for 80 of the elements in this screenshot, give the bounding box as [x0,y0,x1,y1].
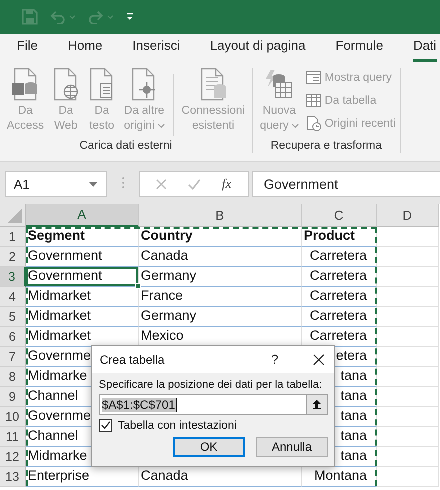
row-header[interactable]: 6 [0,327,26,347]
row-header[interactable]: 13 [0,467,26,487]
empty-cell [377,307,439,327]
row-header[interactable]: 8 [0,367,26,387]
drag-handle-icon[interactable] [122,177,124,189]
row-header[interactable]: 5 [0,307,26,327]
empty-cell [377,387,439,407]
ribbon-tab[interactable]: File [17,38,38,62]
help-button[interactable]: ? [262,352,288,367]
database-document-icon [199,68,228,101]
undo-icon[interactable] [50,10,76,24]
table-cell: Government [26,247,139,267]
row-header[interactable]: 2 [0,247,26,267]
table-cell: Germany [139,267,302,287]
fill-handle[interactable] [135,283,141,289]
database-document-icon [12,68,40,101]
table-cell: Midmarket [26,287,139,307]
ribbon-tab[interactable]: Home [68,38,103,62]
table-cell: Country [139,227,302,247]
range-field[interactable]: $A$1:$C$701 [99,394,328,415]
row-header[interactable]: 3 [0,267,26,287]
globe-document-icon [52,68,80,101]
table-cell: Carretera [302,287,377,307]
table-cell: Canada [139,247,302,267]
empty-cell [377,227,439,247]
table-cell: Carretera [302,247,377,267]
cancel-icon[interactable] [156,178,168,190]
clock-document-icon [306,116,322,132]
column-header[interactable]: D [377,204,439,227]
row-header[interactable]: 11 [0,427,26,447]
empty-cell [377,267,439,287]
formula-input[interactable]: Government [252,171,440,197]
ribbon-tab[interactable]: Formule [336,38,384,62]
empty-cell [377,467,439,487]
row-header[interactable]: 7 [0,347,26,367]
table-icon [306,93,322,109]
group-label: Recupera e trasforma [270,140,384,153]
row-header[interactable]: 1 [0,227,26,247]
dialog-button[interactable]: OK [173,437,245,457]
column-header[interactable]: A [26,204,139,227]
empty-cell [377,407,439,427]
empty-cell [377,247,439,267]
table-cell: Carretera [302,307,377,327]
table-cell: Carretera [302,267,377,287]
ribbon-tab[interactable]: Inserisci [132,38,180,62]
empty-cell [377,367,439,387]
table-cell: Midmarket [26,307,139,327]
table-cell: Germany [139,307,302,327]
save-icon[interactable] [22,9,38,25]
customize-icon[interactable] [126,13,134,21]
redo-icon[interactable] [88,10,114,24]
collapse-button[interactable] [306,395,327,414]
name-box[interactable]: A1 [5,171,107,197]
insert-function-button[interactable]: fx [222,176,232,192]
column-header[interactable]: C [302,204,377,227]
empty-cell [377,427,439,447]
select-all-icon[interactable] [8,209,22,223]
empty-cell [377,327,439,347]
active-cell[interactable]: Government [26,267,139,287]
empty-cell [377,287,439,307]
column-header[interactable]: B [139,204,302,227]
check-icon[interactable] [188,178,202,190]
row-header[interactable]: 9 [0,387,26,407]
row-header[interactable]: 12 [0,447,26,467]
table-cell: France [139,287,302,307]
checkbox[interactable] [99,419,112,432]
empty-cell [377,447,439,467]
table-cell: Product [302,227,377,247]
empty-cell [377,347,439,367]
row-header[interactable]: 4 [0,287,26,307]
ribbon-tab[interactable]: Layout di pagina [210,38,306,62]
close-icon [313,354,325,366]
lightning-database-icon [265,68,294,101]
dialog-button[interactable]: Annulla [256,437,328,457]
table-cell: Segment [26,227,139,247]
row-header[interactable]: 10 [0,407,26,427]
group-label: Carica dati esterni [78,140,174,153]
dropdown-icon [89,182,98,186]
upload-icon [312,399,322,410]
window-icon [306,70,322,86]
